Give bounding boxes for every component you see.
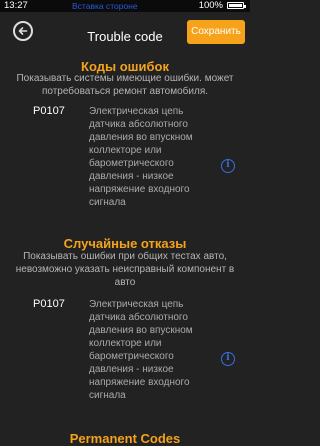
section-description-random-failures: Показывать ошибки при общих тестах авто,…	[15, 251, 235, 288]
save-button[interactable]: Сохранить	[187, 20, 245, 44]
info-icon[interactable]: i	[221, 159, 235, 173]
section-title-random-failures: Случайные отказы	[63, 236, 187, 251]
status-time: 13:27	[4, 0, 28, 11]
battery-percent: 100%	[198, 0, 223, 11]
section-title-permanent-codes: Permanent Codes	[69, 431, 181, 446]
code-description: Электрическая цепь датчика абсолютного д…	[89, 106, 193, 208]
battery-icon	[227, 2, 246, 9]
code-description: Электрическая цепь датчика абсолютного д…	[89, 299, 193, 401]
status-bar: 13:27 Вставка стороне 100%	[0, 0, 250, 12]
code-id: P0107	[33, 105, 65, 117]
info-icon[interactable]: i	[221, 352, 235, 366]
status-center-text: Вставка стороне	[72, 1, 138, 11]
section-description-fault-codes: Показывать системы имеющие ошибки. может…	[16, 73, 234, 97]
code-id: P0107	[33, 298, 65, 310]
nav-bar: Trouble code Сохранить	[0, 12, 250, 56]
